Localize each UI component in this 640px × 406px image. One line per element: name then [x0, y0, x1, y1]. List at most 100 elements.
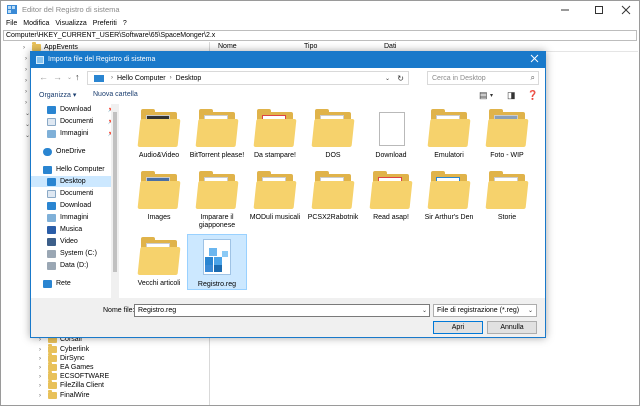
- recent-locations-icon[interactable]: ⌄: [67, 74, 72, 81]
- tree-item[interactable]: › DirSync: [39, 353, 85, 363]
- file-item-read-asap[interactable]: Read asap!: [361, 168, 421, 222]
- navigation-pane: Download📌 Documenti📌 Immagini📌 OneDrive …: [31, 104, 121, 298]
- file-item-registro-reg[interactable]: Registro.reg: [187, 234, 247, 290]
- nav-item-onedrive[interactable]: OneDrive: [31, 146, 117, 157]
- help-icon[interactable]: ❓: [527, 90, 538, 101]
- view-options-icon[interactable]: ▤: [479, 90, 488, 101]
- music-icon: [47, 225, 56, 234]
- file-item-moduli-musicali[interactable]: MODuli musicali: [245, 168, 305, 222]
- menu-modifica[interactable]: Modifica: [23, 18, 49, 29]
- close-icon: [621, 5, 631, 14]
- breadcrumb-desktop[interactable]: Desktop: [176, 75, 202, 82]
- organize-button[interactable]: Organizza ▾: [39, 91, 76, 99]
- minimize-icon: [561, 9, 569, 10]
- nav-item-documenti-2[interactable]: Documenti: [31, 188, 117, 199]
- folder-icon: [195, 106, 239, 150]
- tree-item[interactable]: › FinalWire: [39, 390, 90, 400]
- file-item-storie[interactable]: Storie: [477, 168, 537, 222]
- close-button[interactable]: [611, 1, 640, 18]
- folder-icon: [485, 106, 529, 150]
- registry-file-icon: [195, 235, 239, 279]
- pictures-icon: [47, 213, 56, 222]
- dialog-footer: Nome file: Registro.reg ⌄ File di regist…: [31, 298, 545, 337]
- folder-icon: [48, 362, 57, 371]
- filename-label: Nome file:: [103, 307, 135, 314]
- drive-icon: [47, 249, 56, 258]
- file-item-images[interactable]: Images: [129, 168, 189, 222]
- filetype-select[interactable]: File di registrazione (*.reg): [433, 304, 537, 317]
- tree-item[interactable]: › Cyberlink: [39, 344, 89, 354]
- chevron-down-icon[interactable]: ⌄: [385, 75, 390, 82]
- file-item-sir-arthurs-den[interactable]: Sir Arthur's Den: [419, 168, 479, 222]
- file-item-download[interactable]: Download: [361, 106, 421, 160]
- nav-item-immagini-2[interactable]: Immagini: [31, 212, 117, 223]
- nav-item-system-c[interactable]: System (C:): [31, 248, 117, 259]
- toolbar: Organizza ▾ Nuova cartella ▤ ▾ ◨ ❓: [31, 88, 545, 104]
- new-folder-button[interactable]: Nuova cartella: [93, 91, 138, 98]
- back-arrow-icon[interactable]: ←: [39, 72, 48, 82]
- column-tipo[interactable]: Tipo: [304, 43, 317, 50]
- network-icon: [43, 279, 52, 288]
- dialog-close-button[interactable]: [530, 54, 539, 67]
- regedit-address-bar[interactable]: Computer\HKEY_CURRENT_USER\Software\65\S…: [3, 30, 637, 41]
- maximize-button[interactable]: [584, 1, 614, 18]
- up-arrow-icon[interactable]: ↑: [75, 72, 80, 82]
- column-nome[interactable]: Nome: [218, 43, 237, 50]
- file-item-dos[interactable]: DOS: [303, 106, 363, 160]
- breadcrumb-computer[interactable]: Hello Computer: [117, 75, 166, 82]
- file-item-emulatori[interactable]: Emulatori: [419, 106, 479, 160]
- nav-scrollbar-thumb[interactable]: [113, 112, 117, 272]
- nav-item-immagini[interactable]: Immagini📌: [31, 128, 117, 139]
- regedit-tree-lower: › Corsair › Cyberlink › DirSync › EA Games ›…: [1, 334, 208, 406]
- refresh-icon[interactable]: ↻: [397, 74, 404, 83]
- chevron-down-icon[interactable]: ⌄: [422, 307, 427, 314]
- menu-help[interactable]: ?: [123, 18, 127, 29]
- file-item-bittorrent[interactable]: BitTorrent please!: [187, 106, 247, 160]
- folder-icon: [48, 390, 57, 399]
- nav-item-hello-computer[interactable]: Hello Computer: [31, 164, 117, 175]
- chevron-right-icon: ›: [39, 346, 41, 353]
- nav-item-documenti[interactable]: Documenti📌: [31, 116, 117, 127]
- documents-icon: [47, 117, 56, 126]
- search-input[interactable]: Cerca in Desktop ⌕: [427, 71, 539, 85]
- nav-item-desktop[interactable]: Desktop: [31, 176, 117, 187]
- forward-arrow-icon[interactable]: →: [53, 72, 62, 82]
- file-item-vecchi-articoli[interactable]: Vecchi articoli: [129, 234, 189, 288]
- tree-item[interactable]: › FileZilla Client: [39, 380, 104, 390]
- menu-preferiti[interactable]: Preferiti: [93, 18, 117, 29]
- nav-item-musica[interactable]: Musica: [31, 224, 117, 235]
- file-item-foto-wip[interactable]: Foto - WIP: [477, 106, 537, 160]
- file-item-da-stampare[interactable]: Da stampare!: [245, 106, 305, 160]
- nav-item-download-2[interactable]: Download: [31, 200, 117, 211]
- regedit-title: Editor del Registro di sistema: [22, 5, 120, 14]
- preview-pane-icon[interactable]: ◨: [507, 90, 516, 101]
- desktop-icon: [47, 177, 56, 186]
- menu-visualizza[interactable]: Visualizza: [55, 18, 86, 29]
- regedit-titlebar: Editor del Registro di sistema: [1, 1, 639, 18]
- navigation-row: ← → ⌄ ↑ › Hello Computer › Desktop ⌄ ↻ C…: [31, 68, 545, 88]
- folder-icon: [253, 106, 297, 150]
- file-item-imparare-giapponese[interactable]: Imparare il giapponese: [187, 168, 247, 230]
- chevron-down-icon[interactable]: ⌄: [528, 307, 533, 314]
- file-item-audio-video[interactable]: Audio&Video: [129, 106, 189, 160]
- chevron-right-icon: ›: [169, 75, 172, 81]
- nav-item-rete[interactable]: Rete: [31, 278, 117, 289]
- nav-item-video[interactable]: Video: [31, 236, 117, 247]
- chevron-right-icon: ›: [39, 373, 41, 380]
- nav-item-download[interactable]: Download📌: [31, 104, 117, 115]
- chevron-right-icon: ›: [39, 364, 41, 371]
- minimize-button[interactable]: [550, 1, 580, 18]
- nav-item-data-d[interactable]: Data (D:): [31, 260, 117, 271]
- address-bar[interactable]: › Hello Computer › Desktop ⌄ ↻: [87, 71, 409, 85]
- cancel-button[interactable]: Annulla: [487, 321, 537, 334]
- import-dialog: Importa file del Registro di sistema ← →…: [30, 51, 546, 338]
- file-item-pcsx2rabotnik[interactable]: PCSX2Rabotnik: [303, 168, 363, 222]
- regedit-app-icon: [7, 5, 17, 14]
- menu-file[interactable]: File: [6, 18, 17, 29]
- file-list: Audio&Video BitTorrent please! Da stampa…: [123, 104, 545, 298]
- chevron-down-icon[interactable]: ▾: [490, 92, 493, 99]
- documents-icon: [47, 189, 56, 198]
- open-button[interactable]: Apri: [433, 321, 483, 334]
- column-dati[interactable]: Dati: [384, 43, 396, 50]
- filename-input[interactable]: Registro.reg: [134, 304, 430, 317]
